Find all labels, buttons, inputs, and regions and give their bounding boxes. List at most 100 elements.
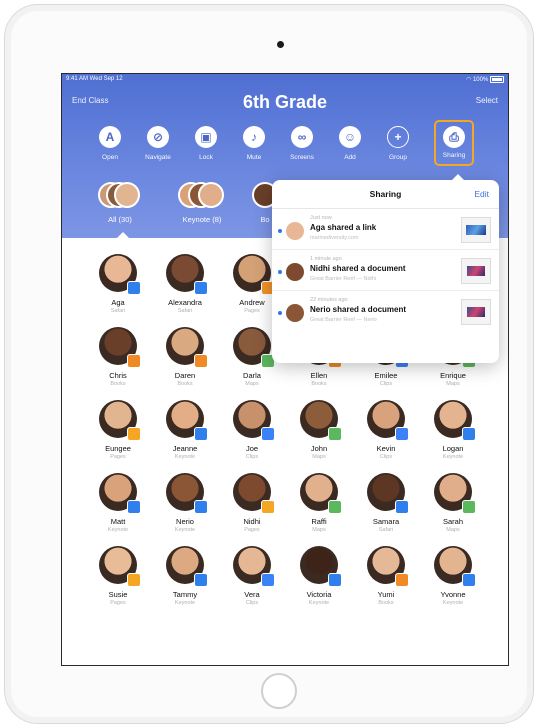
student-tile[interactable]: Tammy Keynote (155, 546, 215, 606)
battery-percent: 100% (472, 77, 489, 84)
group-all[interactable]: All (30) (92, 182, 148, 224)
app-badge-icon (395, 573, 409, 587)
student-tile[interactable]: Vera Clips (222, 546, 282, 606)
app-badge-icon (462, 500, 476, 514)
student-name: Kevin (376, 444, 396, 453)
select-button[interactable]: Select (476, 96, 498, 105)
student-tile[interactable]: Nerio Keynote (155, 473, 215, 533)
share-time: 1 minute ago (310, 256, 342, 262)
student-app: Clips (245, 454, 259, 460)
ipad-frame: 9:41 AM Wed Sep 12 ◠ 100% End Class 6th … (4, 4, 534, 724)
student-tile[interactable]: Matt Keynote (88, 473, 148, 533)
student-tile[interactable]: Kevin Clips (356, 400, 416, 460)
avatar (300, 400, 342, 441)
student-tile[interactable]: Yvonne Keynote (423, 546, 483, 606)
student-tile[interactable]: Joe Clips (222, 400, 282, 460)
avatar (286, 304, 304, 322)
group-keynote[interactable]: Keynote (8) (172, 182, 232, 224)
screens-tool[interactable]: ∞ Screens (282, 126, 322, 161)
avatar (367, 400, 409, 441)
share-item[interactable]: Just now Aga shared a link marinediversi… (272, 209, 499, 250)
share-time: 22 minutes ago (310, 297, 348, 303)
student-tile[interactable]: Raffi Maps (289, 473, 349, 533)
avatar-stack (172, 182, 232, 210)
student-tile[interactable]: Victoria Keynote (289, 546, 349, 606)
student-name: Joe (245, 444, 259, 453)
avatar (300, 546, 342, 587)
share-item[interactable]: 1 minute ago Nidhi shared a document Gre… (272, 250, 499, 291)
home-button[interactable] (261, 673, 297, 709)
tool-label: Screens (290, 154, 314, 161)
sharing-tool[interactable]: ⎙ Sharing (434, 120, 474, 166)
share-item[interactable]: 22 minutes ago Nerio shared a document G… (272, 291, 499, 331)
avatar (434, 473, 476, 514)
binoculars-icon: ∞ (291, 126, 313, 148)
app-store-icon: A (99, 126, 121, 148)
student-name: John (310, 444, 328, 453)
share-time: Just now (310, 215, 332, 221)
app-badge-icon (194, 573, 208, 587)
app-badge-icon (328, 573, 342, 587)
student-name: Nidhi (243, 517, 261, 526)
student-app: Keynote (174, 454, 196, 460)
student-tile[interactable]: Susie Pages (88, 546, 148, 606)
student-tile[interactable]: Logan Keynote (423, 400, 483, 460)
student-name: Eungee (105, 444, 131, 453)
selected-group-indicator (117, 232, 129, 238)
edit-button[interactable]: Edit (474, 189, 489, 199)
student-tile[interactable]: John Maps (289, 400, 349, 460)
group-tool[interactable]: + Group (378, 126, 418, 161)
share-subtitle: Great Barrier Reef — Nidhi (310, 276, 377, 282)
student-app: Books (110, 381, 126, 387)
student-tile[interactable]: Samara Safari (356, 473, 416, 533)
avatar (166, 327, 208, 368)
avatar (99, 546, 141, 587)
screen: 9:41 AM Wed Sep 12 ◠ 100% End Class 6th … (61, 73, 509, 666)
lock-tool[interactable]: ▣ Lock (186, 126, 226, 161)
app-badge-icon (194, 427, 208, 441)
mute-tool[interactable]: ♪ Mute (234, 126, 274, 161)
student-tile[interactable]: Daren Books (155, 327, 215, 387)
student-name: Emilee (374, 371, 398, 380)
student-tile[interactable]: Jeanne Keynote (155, 400, 215, 460)
avatar (233, 473, 275, 514)
navigate-tool[interactable]: ⊘ Navigate (138, 126, 178, 161)
document-thumbnail (461, 258, 491, 284)
student-app: Keynote (174, 527, 196, 533)
avatar (367, 473, 409, 514)
student-name: Yvonne (440, 590, 466, 599)
app-badge-icon (127, 573, 141, 587)
app-badge-icon (194, 500, 208, 514)
app-badge-icon (127, 281, 141, 295)
student-name: Alexandra (168, 298, 202, 307)
app-badge-icon (328, 500, 342, 514)
avatar (233, 327, 275, 368)
document-thumbnail (461, 299, 491, 325)
student-name: Yumi (377, 590, 395, 599)
unread-dot (278, 229, 282, 233)
app-badge-icon (462, 427, 476, 441)
avatar (233, 546, 275, 587)
student-name: Logan (442, 444, 464, 453)
app-badge-icon (194, 281, 208, 295)
lock-icon: ▣ (195, 126, 217, 148)
student-tile[interactable]: Sarah Maps (423, 473, 483, 533)
student-tile[interactable]: Chris Books (88, 327, 148, 387)
avatar (99, 327, 141, 368)
student-tile[interactable]: Nidhi Pages (222, 473, 282, 533)
student-name: Victoria (306, 590, 332, 599)
open-tool[interactable]: A Open (90, 126, 130, 161)
app-badge-icon (395, 500, 409, 514)
toolbar: A Open ⊘ Navigate ▣ Lock ♪ Mute ∞ Screen… (90, 120, 488, 172)
student-name: Tammy (172, 590, 198, 599)
student-app: Pages (110, 454, 126, 460)
student-tile[interactable]: Eungee Pages (88, 400, 148, 460)
app-badge-icon (328, 427, 342, 441)
student-tile[interactable]: Aga Safari (88, 254, 148, 314)
student-tile[interactable]: Alexandra Safari (155, 254, 215, 314)
student-tile[interactable]: Yumi Books (356, 546, 416, 606)
add-person-icon: ☺ (339, 126, 361, 148)
add-tool[interactable]: ☺ Add (330, 126, 370, 161)
avatar (286, 222, 304, 240)
share-subtitle: marinediversity.com (310, 235, 359, 241)
